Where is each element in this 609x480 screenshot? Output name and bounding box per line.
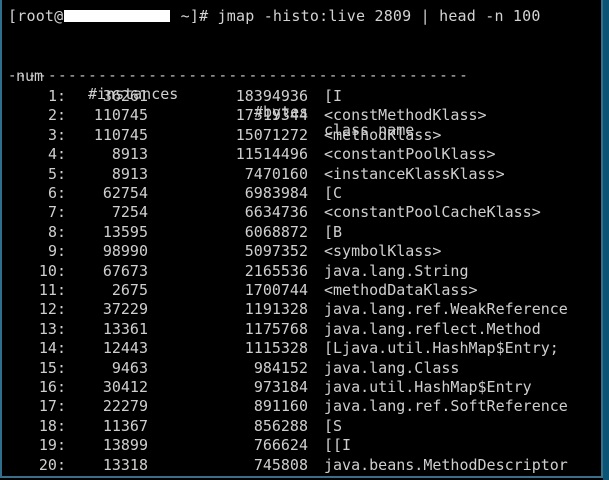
row-class-name: [[I <box>324 436 352 455</box>
row-bytes: 973184 <box>253 378 308 396</box>
row-class-name: <methodDataKlass> <box>324 281 478 299</box>
row-class-name: <constMethodKlass> <box>324 106 487 125</box>
row-bytes: 1115328 <box>244 339 308 358</box>
prompt-command: ~]# jmap -histo:live 2809 | head -n 100 <box>171 7 541 25</box>
row-bytes: 2165536 <box>244 261 308 280</box>
row-bytes: 984152 <box>253 358 308 377</box>
terminal-window[interactable]: [root@ ~]# jmap -histo:live 2809 | head … <box>0 0 603 478</box>
row-bytes: 745808 <box>253 455 308 474</box>
row-bytes: 5097352 <box>244 242 308 261</box>
command-prompt: [root@ ~]# jmap -histo:live 2809 | head … <box>8 7 541 25</box>
row-bytes: 856288 <box>253 416 308 435</box>
header-separator: ----------------------------------------… <box>8 68 470 84</box>
prompt-prefix: [root@ <box>8 7 64 25</box>
row-class-name: [I <box>324 87 343 105</box>
row-bytes: 15071272 <box>235 125 308 144</box>
row-bytes: 891160 <box>253 397 308 416</box>
row-bytes: 1191328 <box>244 300 308 319</box>
row-class-name: [S <box>324 416 343 435</box>
row-class-name: java.lang.ref.SoftReference <box>324 397 568 416</box>
row-bytes: 1700744 <box>244 281 308 299</box>
row-class-name: java.beans.MethodDescriptor <box>324 455 568 474</box>
row-class-name: [B <box>324 222 343 241</box>
row-bytes: 6983984 <box>244 184 308 202</box>
row-class-name: java.lang.String <box>324 261 469 280</box>
row-class-name: java.lang.ref.WeakReference <box>324 300 568 319</box>
row-class-name: [C <box>324 184 343 202</box>
row-bytes: 7470160 <box>244 164 308 183</box>
row-bytes: 11514496 <box>235 145 308 164</box>
row-bytes: 1175768 <box>244 319 308 338</box>
row-class-name: <methodKlass> <box>324 125 442 144</box>
table-header: num #instances #bytes class name <box>2 49 414 139</box>
row-class-name: java.util.HashMap$Entry <box>324 378 532 396</box>
row-class-name: java.lang.Class <box>324 358 460 377</box>
redacted-hostname <box>64 10 171 22</box>
row-bytes: 18394936 <box>235 87 308 105</box>
row-bytes: 6634736 <box>244 203 308 222</box>
row-class-name: <symbolKlass> <box>324 242 442 261</box>
row-class-name: [Ljava.util.HashMap$Entry; <box>324 339 559 358</box>
row-class-name: <constantPoolKlass> <box>324 145 496 164</box>
row-bytes: 766624 <box>253 436 308 455</box>
scrollbar[interactable] <box>603 0 609 480</box>
row-class-name: java.lang.reflect.Method <box>324 319 541 338</box>
row-class-name: <instanceKlassKlass> <box>324 164 505 183</box>
row-bytes: 6068872 <box>244 222 308 241</box>
row-bytes: 17319344 <box>235 106 308 125</box>
row-class-name: <constantPoolCacheKlass> <box>324 203 541 222</box>
